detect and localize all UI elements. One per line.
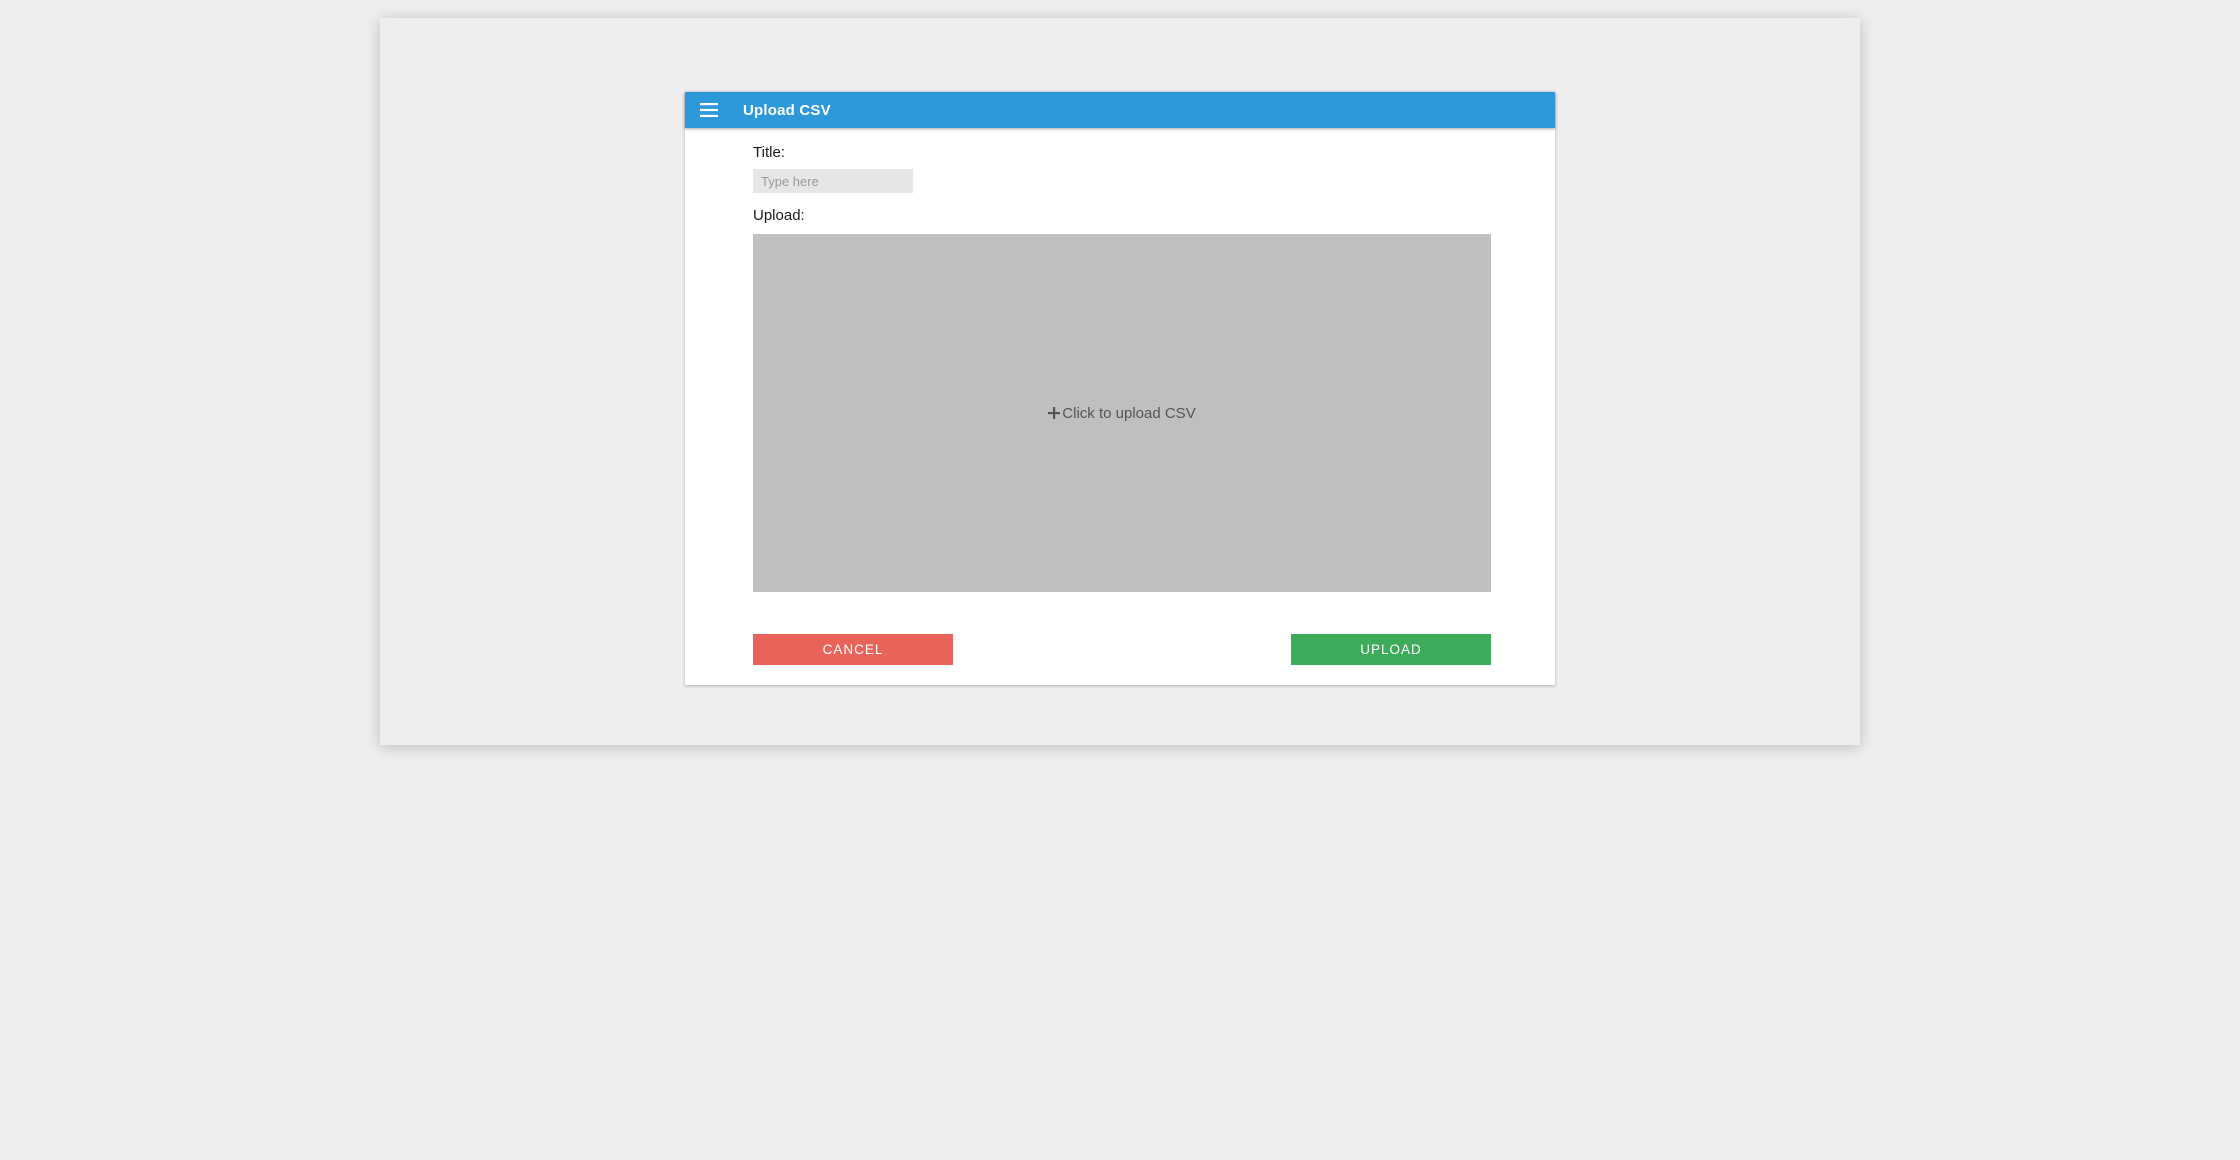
action-row: CANCEL UPLOAD bbox=[753, 634, 1491, 665]
dropzone-content: Click to upload CSV bbox=[1048, 405, 1195, 422]
cancel-button[interactable]: CANCEL bbox=[753, 634, 953, 665]
upload-button[interactable]: UPLOAD bbox=[1291, 634, 1491, 665]
upload-label: Upload: bbox=[753, 207, 1491, 224]
page-frame: Upload CSV Title: Upload: Click to uploa… bbox=[380, 18, 1860, 745]
csv-dropzone[interactable]: Click to upload CSV bbox=[753, 234, 1491, 592]
menu-button[interactable] bbox=[697, 98, 721, 122]
title-input[interactable] bbox=[753, 169, 913, 193]
app-header: Upload CSV bbox=[685, 92, 1555, 128]
plus-icon bbox=[1048, 407, 1060, 419]
title-label: Title: bbox=[753, 144, 1491, 161]
dropzone-text: Click to upload CSV bbox=[1062, 405, 1195, 422]
hamburger-icon bbox=[700, 103, 718, 117]
page-title: Upload CSV bbox=[743, 102, 831, 119]
upload-csv-card: Upload CSV Title: Upload: Click to uploa… bbox=[685, 92, 1555, 685]
form-content: Title: Upload: Click to upload CSV CANCE… bbox=[685, 128, 1555, 685]
